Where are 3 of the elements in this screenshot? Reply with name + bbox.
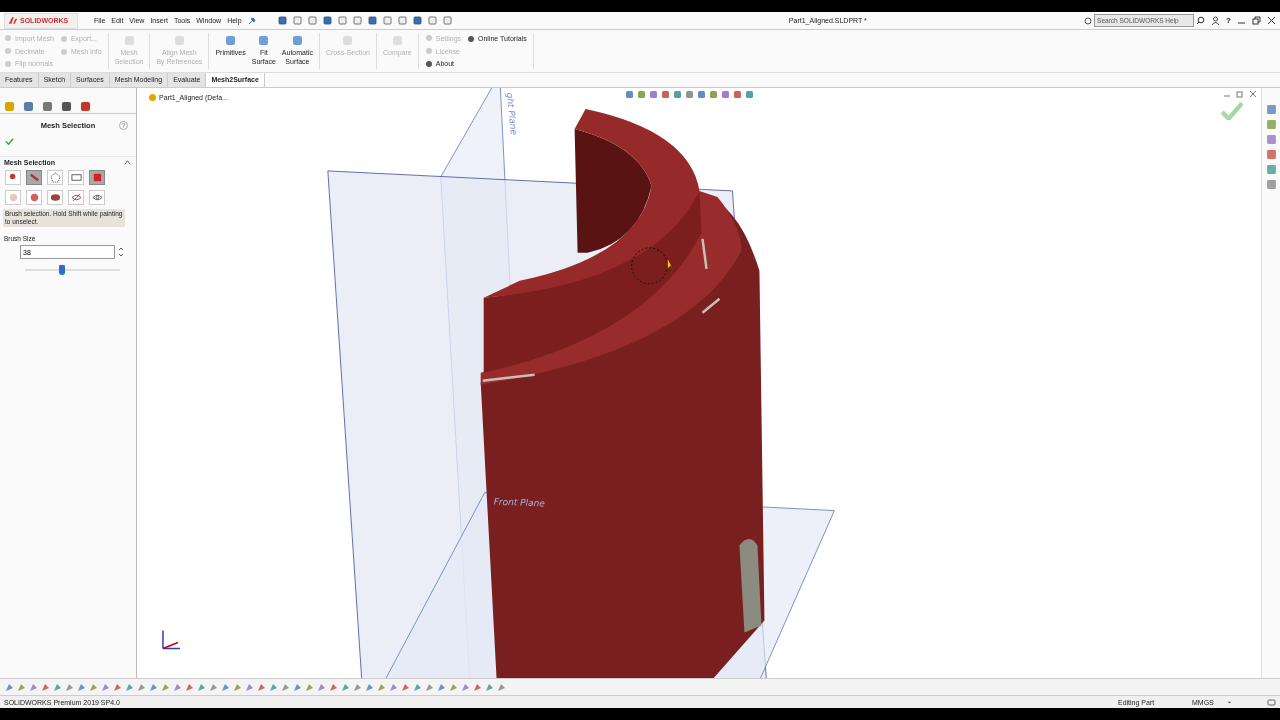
plane-label: ght Plane: [504, 92, 520, 136]
help-button[interactable]: ?: [1226, 16, 1231, 25]
plane-label: Front Plane: [493, 496, 545, 509]
